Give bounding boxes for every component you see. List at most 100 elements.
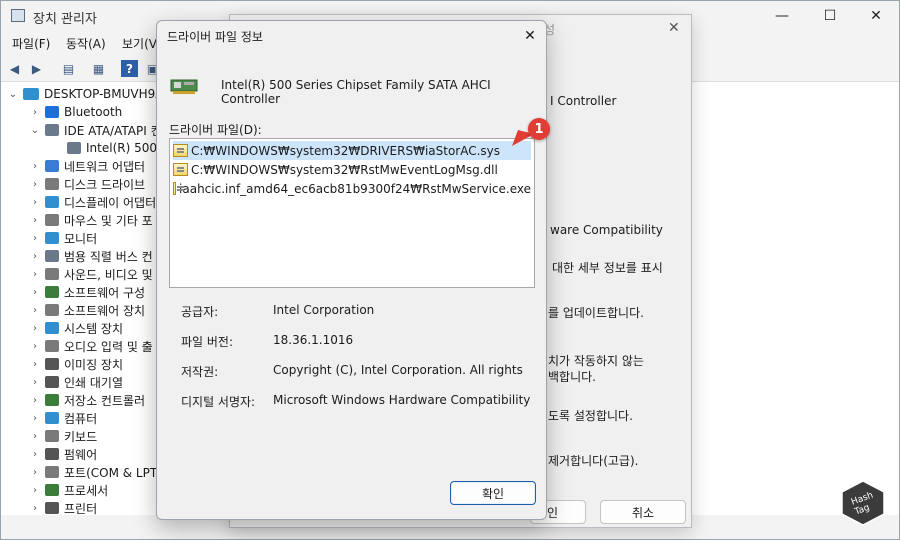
file-icon xyxy=(173,182,185,195)
tree-root-label: DESKTOP-BMUVH9A xyxy=(44,87,164,101)
software-device-icon xyxy=(45,304,59,316)
driver-files-list[interactable]: C:₩WINDOWS₩system32₩DRIVERS₩iaStorAC.sys… xyxy=(169,138,535,288)
chevron-right-icon[interactable]: › xyxy=(29,377,41,388)
properties-uninstall-desc: 제거합니다(고급). xyxy=(548,454,639,468)
display-icon xyxy=(45,196,59,208)
chevron-right-icon[interactable]: › xyxy=(29,485,41,496)
chevron-right-icon[interactable]: › xyxy=(29,215,41,226)
file-path: iaahcic.inf_amd64_ec6acb81b9300f24₩RstMw… xyxy=(179,181,531,196)
maximize-button[interactable]: ☐ xyxy=(807,1,853,31)
audio-icon xyxy=(45,340,59,352)
menu-action[interactable]: 동작(A) xyxy=(66,35,106,52)
hashtag-watermark-logo: Hash Tag xyxy=(841,480,885,526)
properties-disable-desc: 도록 설정합니다. xyxy=(548,409,633,423)
printer-queue-icon xyxy=(45,376,59,388)
copyright-label: 저작권: xyxy=(181,365,219,379)
mouse-icon xyxy=(45,214,59,226)
chevron-right-icon[interactable]: › xyxy=(29,395,41,406)
dialog-close-button[interactable]: ✕ xyxy=(517,23,543,49)
provider-label: 공급자: xyxy=(181,305,219,319)
tree-item-label: 이미징 장치 xyxy=(64,357,124,372)
close-button[interactable]: ✕ xyxy=(853,1,899,31)
speaker-icon xyxy=(45,268,59,280)
tree-root[interactable]: ⌄ DESKTOP-BMUVH9A xyxy=(7,85,177,103)
chevron-right-icon[interactable]: › xyxy=(29,269,41,280)
computer-icon xyxy=(23,88,39,100)
properties-driver-details-desc: 대한 세부 정보를 표시 xyxy=(552,261,663,275)
chevron-right-icon[interactable]: › xyxy=(29,305,41,316)
forward-arrow-icon[interactable]: ▶ xyxy=(28,60,45,77)
minimize-button[interactable]: — xyxy=(759,1,805,31)
properties-signer: ware Compatibility xyxy=(550,223,663,237)
tree-item-label: 포트(COM & LPT xyxy=(64,465,158,480)
chevron-right-icon[interactable]: › xyxy=(29,449,41,460)
monitor-icon xyxy=(45,232,59,244)
show-hide-console-icon[interactable]: ▤ xyxy=(60,60,77,77)
chevron-right-icon[interactable]: › xyxy=(29,251,41,262)
provider-value: Intel Corporation xyxy=(273,303,375,317)
menu-view[interactable]: 보기(V xyxy=(122,35,157,52)
tree-item-label: 네트워크 어댑터 xyxy=(64,159,146,174)
chevron-right-icon[interactable]: › xyxy=(29,359,41,370)
file-version-value: 18.36.1.1016 xyxy=(273,333,354,347)
back-arrow-icon[interactable]: ◀ xyxy=(6,60,23,77)
chevron-right-icon[interactable]: › xyxy=(29,467,41,478)
driver-files-label: 드라이버 파일(D): xyxy=(169,123,262,137)
chevron-right-icon[interactable]: › xyxy=(29,431,41,442)
file-row[interactable]: C:₩WINDOWS₩system32₩DRIVERS₩iaStorAC.sys xyxy=(173,141,531,160)
tree-item-label: 디스크 드라이브 xyxy=(64,177,146,192)
chevron-right-icon[interactable]: › xyxy=(29,341,41,352)
tree-item-label: 소프트웨어 장치 xyxy=(64,303,146,318)
chipset-icon xyxy=(67,142,81,154)
tree-item-label: 오디오 입력 및 출 xyxy=(64,339,153,354)
chevron-right-icon[interactable]: › xyxy=(29,197,41,208)
ok-button[interactable]: 확인 xyxy=(450,481,536,505)
menu-file[interactable]: 파일(F) xyxy=(12,35,50,52)
chevron-down-icon[interactable]: ⌄ xyxy=(29,125,41,136)
chevron-right-icon[interactable]: › xyxy=(29,179,41,190)
chevron-right-icon[interactable]: › xyxy=(29,161,41,172)
ide-controller-icon xyxy=(45,124,59,136)
chevron-right-icon[interactable]: › xyxy=(29,107,41,118)
tree-item-label: 프로세서 xyxy=(64,483,109,498)
properties-close-icon[interactable]: ✕ xyxy=(668,20,680,36)
firmware-icon xyxy=(45,448,59,460)
tree-item-label: 범용 직렬 버스 컨 xyxy=(64,249,153,264)
annotation-badge: 1 xyxy=(528,118,550,140)
file-row[interactable]: iaahcic.inf_amd64_ec6acb81b9300f24₩RstMw… xyxy=(173,179,531,198)
tree-item-label: 저장소 컨트롤러 xyxy=(64,393,146,408)
properties-update-desc: 를 업데이트합니다. xyxy=(548,306,644,320)
device-manager-app-icon xyxy=(11,9,25,22)
tree-item-label: 소프트웨어 구성 xyxy=(64,285,146,300)
chevron-right-icon[interactable]: › xyxy=(29,287,41,298)
driver-file-details-dialog: 드라이버 파일 정보 ✕ Intel(R) 500 Series Chipset… xyxy=(156,20,547,520)
chevron-right-icon[interactable]: › xyxy=(29,323,41,334)
storage-controller-icon xyxy=(45,394,59,406)
chevron-right-icon[interactable]: › xyxy=(29,413,41,424)
tree-item-label: 모니터 xyxy=(64,231,98,246)
tree-item-label: IDE ATA/ATAPI 컨 xyxy=(64,123,162,138)
file-path: C:₩WINDOWS₩system32₩RstMwEventLogMsg.dll xyxy=(191,162,498,177)
tree-item-label: 시스템 장치 xyxy=(64,321,124,336)
tree-item-label: 디스플레이 어댑터 xyxy=(64,195,157,210)
file-version-label: 파일 버전: xyxy=(181,335,234,349)
chevron-right-icon[interactable]: › xyxy=(29,503,41,514)
properties-cancel-button[interactable]: 취소 xyxy=(600,500,686,524)
file-row[interactable]: C:₩WINDOWS₩system32₩RstMwEventLogMsg.dll xyxy=(173,160,531,179)
help-icon[interactable]: ? xyxy=(121,60,138,77)
properties-icon[interactable]: ▦ xyxy=(90,60,107,77)
chevron-down-icon[interactable]: ⌄ xyxy=(7,89,19,100)
file-icon xyxy=(173,144,188,157)
tree-item-label: 펌웨어 xyxy=(64,447,98,462)
tree-item-label: 컴퓨터 xyxy=(64,411,98,426)
properties-rollback-desc-1: 치가 작동하지 않는 xyxy=(548,354,644,368)
tree-item-label: 사운드, 비디오 및 xyxy=(64,267,153,282)
chevron-right-icon[interactable]: › xyxy=(29,233,41,244)
processor-icon xyxy=(45,484,59,496)
tree-item-label: 프린터 xyxy=(64,501,98,516)
file-path: C:₩WINDOWS₩system32₩DRIVERS₩iaStorAC.sys xyxy=(191,143,501,158)
copyright-value: Copyright (C), Intel Corporation. All ri… xyxy=(273,363,523,377)
dialog-title: 드라이버 파일 정보 xyxy=(167,30,263,44)
computer-icon xyxy=(45,412,59,424)
printer-icon xyxy=(45,502,59,514)
